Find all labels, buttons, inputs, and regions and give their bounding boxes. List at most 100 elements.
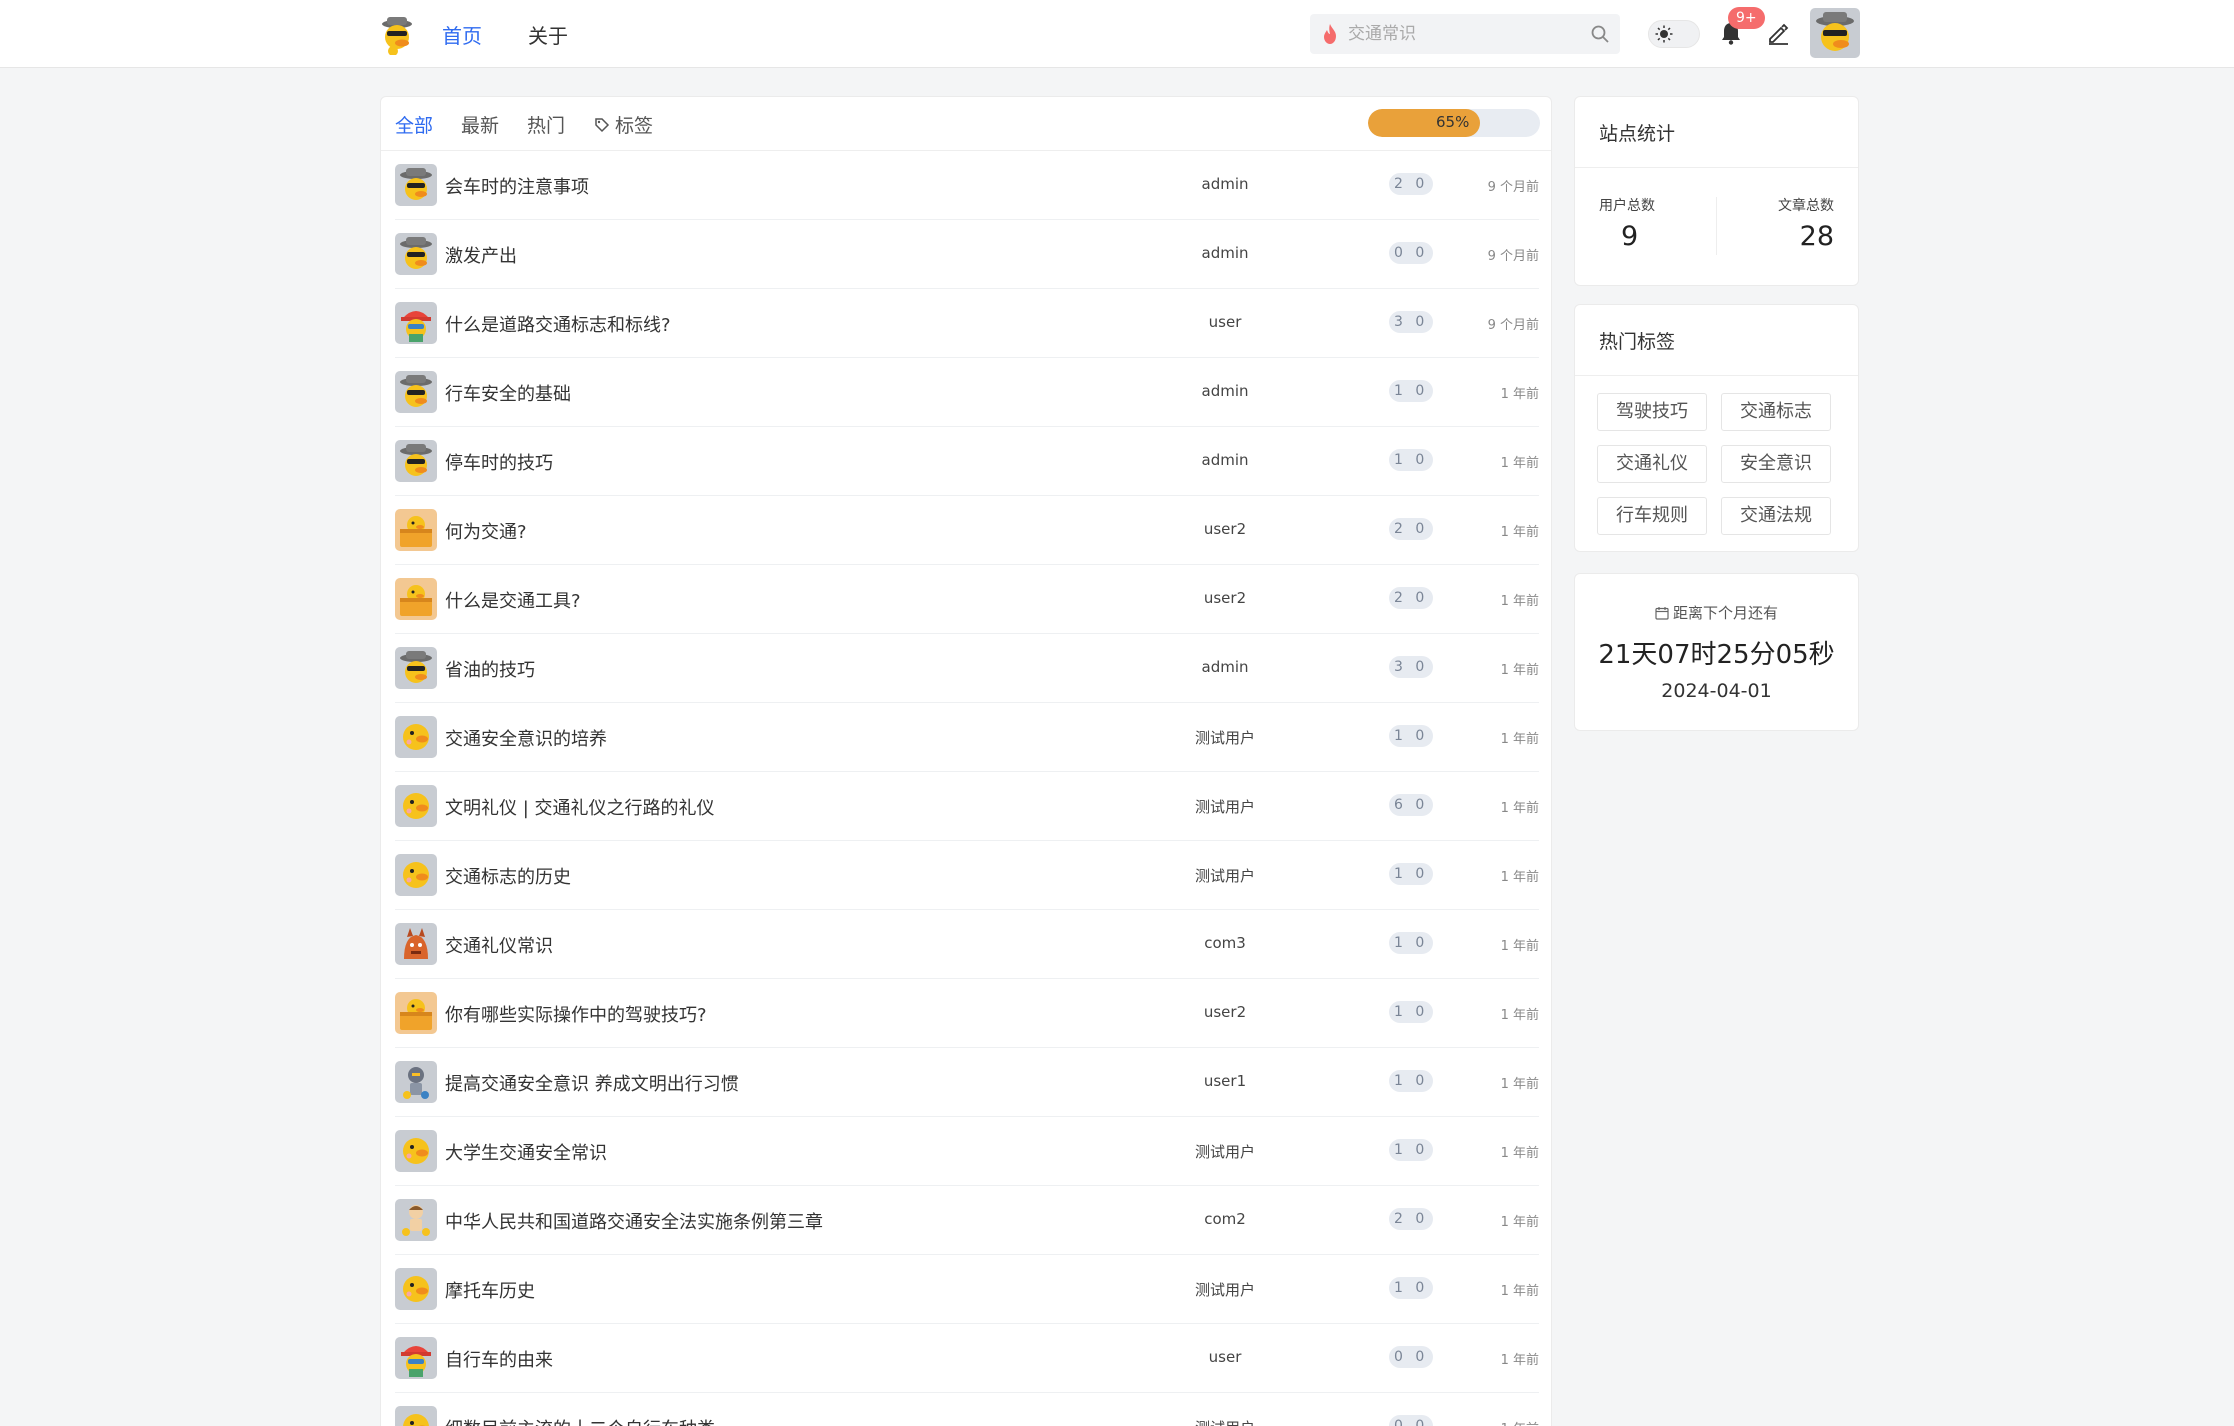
- post-title[interactable]: 大学生交通安全常识: [445, 1139, 607, 1165]
- post-title[interactable]: 摩托车历史: [445, 1277, 535, 1303]
- post-row[interactable]: 什么是道路交通标志和标线? user 3 0 9 个月前: [395, 289, 1539, 358]
- posts-total-label: 文章总数: [1778, 198, 1834, 214]
- tag-chip[interactable]: 交通礼仪: [1597, 445, 1707, 483]
- post-row[interactable]: 你有哪些实际操作中的驾驶技巧? user2 1 0 1 年前: [395, 979, 1539, 1048]
- post-author[interactable]: admin: [1125, 451, 1325, 469]
- post-title[interactable]: 何为交通?: [445, 518, 527, 544]
- post-row[interactable]: 何为交通? user2 2 0 1 年前: [395, 496, 1539, 565]
- post-counts: 1 0: [1389, 1070, 1434, 1092]
- author-avatar[interactable]: [395, 716, 437, 758]
- post-counts: 0 0: [1389, 1346, 1434, 1368]
- post-title[interactable]: 文明礼仪 | 交通礼仪之行路的礼仪: [445, 794, 715, 820]
- tag-chip[interactable]: 行车规则: [1597, 497, 1707, 535]
- nav-home-link[interactable]: 首页: [442, 20, 482, 49]
- tab-tags[interactable]: 标签: [593, 111, 653, 138]
- post-title[interactable]: 什么是道路交通标志和标线?: [445, 311, 671, 337]
- post-time: 1 年前: [1500, 1284, 1539, 1299]
- tag-chip[interactable]: 交通标志: [1721, 393, 1831, 431]
- post-row[interactable]: 停车时的技巧 admin 1 0 1 年前: [395, 427, 1539, 496]
- post-title[interactable]: 中华人民共和国道路交通安全法实施条例第三章: [445, 1208, 823, 1234]
- post-author[interactable]: 测试用户: [1125, 796, 1325, 817]
- tag-chip[interactable]: 驾驶技巧: [1597, 393, 1707, 431]
- author-avatar[interactable]: [395, 1406, 437, 1426]
- post-title[interactable]: 提高交通安全意识 养成文明出行习惯: [445, 1070, 739, 1096]
- author-avatar[interactable]: [395, 578, 437, 620]
- post-author[interactable]: com3: [1125, 934, 1325, 952]
- divider: [1575, 375, 1858, 376]
- post-row[interactable]: 大学生交通安全常识 测试用户 1 0 1 年前: [395, 1117, 1539, 1186]
- post-title[interactable]: 会车时的注意事项: [445, 173, 589, 199]
- author-avatar[interactable]: [395, 992, 437, 1034]
- post-title[interactable]: 交通礼仪常识: [445, 932, 553, 958]
- post-title[interactable]: 行车安全的基础: [445, 380, 571, 406]
- theme-toggle[interactable]: [1648, 20, 1700, 48]
- tab-all[interactable]: 全部: [395, 111, 433, 138]
- author-avatar[interactable]: [395, 1061, 437, 1103]
- post-row[interactable]: 细数目前主流的十二个自行车种类 测试用户 0 0 1 年前: [395, 1393, 1539, 1426]
- search-input[interactable]: [1348, 14, 1568, 54]
- post-author[interactable]: user2: [1125, 1003, 1325, 1021]
- post-row[interactable]: 交通礼仪常识 com3 1 0 1 年前: [395, 910, 1539, 979]
- author-avatar[interactable]: [395, 1337, 437, 1379]
- post-row[interactable]: 激发产出 admin 0 0 9 个月前: [395, 220, 1539, 289]
- post-title[interactable]: 自行车的由来: [445, 1346, 553, 1372]
- post-author[interactable]: 测试用户: [1125, 1279, 1325, 1300]
- post-author[interactable]: 测试用户: [1125, 1417, 1325, 1426]
- post-row[interactable]: 什么是交通工具? user2 2 0 1 年前: [395, 565, 1539, 634]
- post-author[interactable]: 测试用户: [1125, 727, 1325, 748]
- post-row[interactable]: 会车时的注意事项 admin 2 0 9 个月前: [395, 151, 1539, 220]
- author-avatar[interactable]: [395, 302, 437, 344]
- post-author[interactable]: user1: [1125, 1072, 1325, 1090]
- author-avatar[interactable]: [395, 1199, 437, 1241]
- author-avatar[interactable]: [395, 647, 437, 689]
- search-icon[interactable]: [1590, 24, 1610, 44]
- post-author[interactable]: user2: [1125, 589, 1325, 607]
- post-title[interactable]: 省油的技巧: [445, 656, 535, 682]
- author-avatar[interactable]: [395, 440, 437, 482]
- author-avatar[interactable]: [395, 509, 437, 551]
- post-title[interactable]: 什么是交通工具?: [445, 587, 581, 613]
- author-avatar[interactable]: [395, 371, 437, 413]
- post-author[interactable]: 测试用户: [1125, 865, 1325, 886]
- tab-latest[interactable]: 最新: [461, 111, 499, 138]
- post-row[interactable]: 提高交通安全意识 养成文明出行习惯 user1 1 0 1 年前: [395, 1048, 1539, 1117]
- post-title[interactable]: 细数目前主流的十二个自行车种类: [445, 1415, 715, 1426]
- post-author[interactable]: user: [1125, 313, 1325, 331]
- author-avatar[interactable]: [395, 923, 437, 965]
- post-author[interactable]: admin: [1125, 175, 1325, 193]
- edit-icon[interactable]: [1766, 21, 1790, 45]
- author-avatar[interactable]: [395, 164, 437, 206]
- post-row[interactable]: 自行车的由来 user 0 0 1 年前: [395, 1324, 1539, 1393]
- tag-chip[interactable]: 交通法规: [1721, 497, 1831, 535]
- post-row[interactable]: 中华人民共和国道路交通安全法实施条例第三章 com2 2 0 1 年前: [395, 1186, 1539, 1255]
- site-logo[interactable]: [376, 13, 418, 56]
- tab-hot[interactable]: 热门: [527, 111, 565, 138]
- post-row[interactable]: 交通安全意识的培养 测试用户 1 0 1 年前: [395, 703, 1539, 772]
- user-avatar[interactable]: [1810, 8, 1860, 58]
- post-title[interactable]: 停车时的技巧: [445, 449, 553, 475]
- search-box[interactable]: [1310, 14, 1620, 54]
- post-row[interactable]: 摩托车历史 测试用户 1 0 1 年前: [395, 1255, 1539, 1324]
- tag-chip[interactable]: 安全意识: [1721, 445, 1831, 483]
- post-author[interactable]: admin: [1125, 382, 1325, 400]
- post-author[interactable]: user: [1125, 1348, 1325, 1366]
- post-row[interactable]: 省油的技巧 admin 3 0 1 年前: [395, 634, 1539, 703]
- author-avatar[interactable]: [395, 1130, 437, 1172]
- post-row[interactable]: 行车安全的基础 admin 1 0 1 年前: [395, 358, 1539, 427]
- author-avatar[interactable]: [395, 233, 437, 275]
- post-author[interactable]: user2: [1125, 520, 1325, 538]
- post-title[interactable]: 激发产出: [445, 242, 517, 268]
- author-avatar[interactable]: [395, 785, 437, 827]
- post-author[interactable]: admin: [1125, 244, 1325, 262]
- post-author[interactable]: com2: [1125, 1210, 1325, 1228]
- post-row[interactable]: 文明礼仪 | 交通礼仪之行路的礼仪 测试用户 6 0 1 年前: [395, 772, 1539, 841]
- post-title[interactable]: 你有哪些实际操作中的驾驶技巧?: [445, 1001, 707, 1027]
- author-avatar[interactable]: [395, 854, 437, 896]
- post-title[interactable]: 交通安全意识的培养: [445, 725, 607, 751]
- author-avatar[interactable]: [395, 1268, 437, 1310]
- nav-about-link[interactable]: 关于: [528, 20, 568, 49]
- post-author[interactable]: admin: [1125, 658, 1325, 676]
- post-title[interactable]: 交通标志的历史: [445, 863, 571, 889]
- post-row[interactable]: 交通标志的历史 测试用户 1 0 1 年前: [395, 841, 1539, 910]
- post-author[interactable]: 测试用户: [1125, 1141, 1325, 1162]
